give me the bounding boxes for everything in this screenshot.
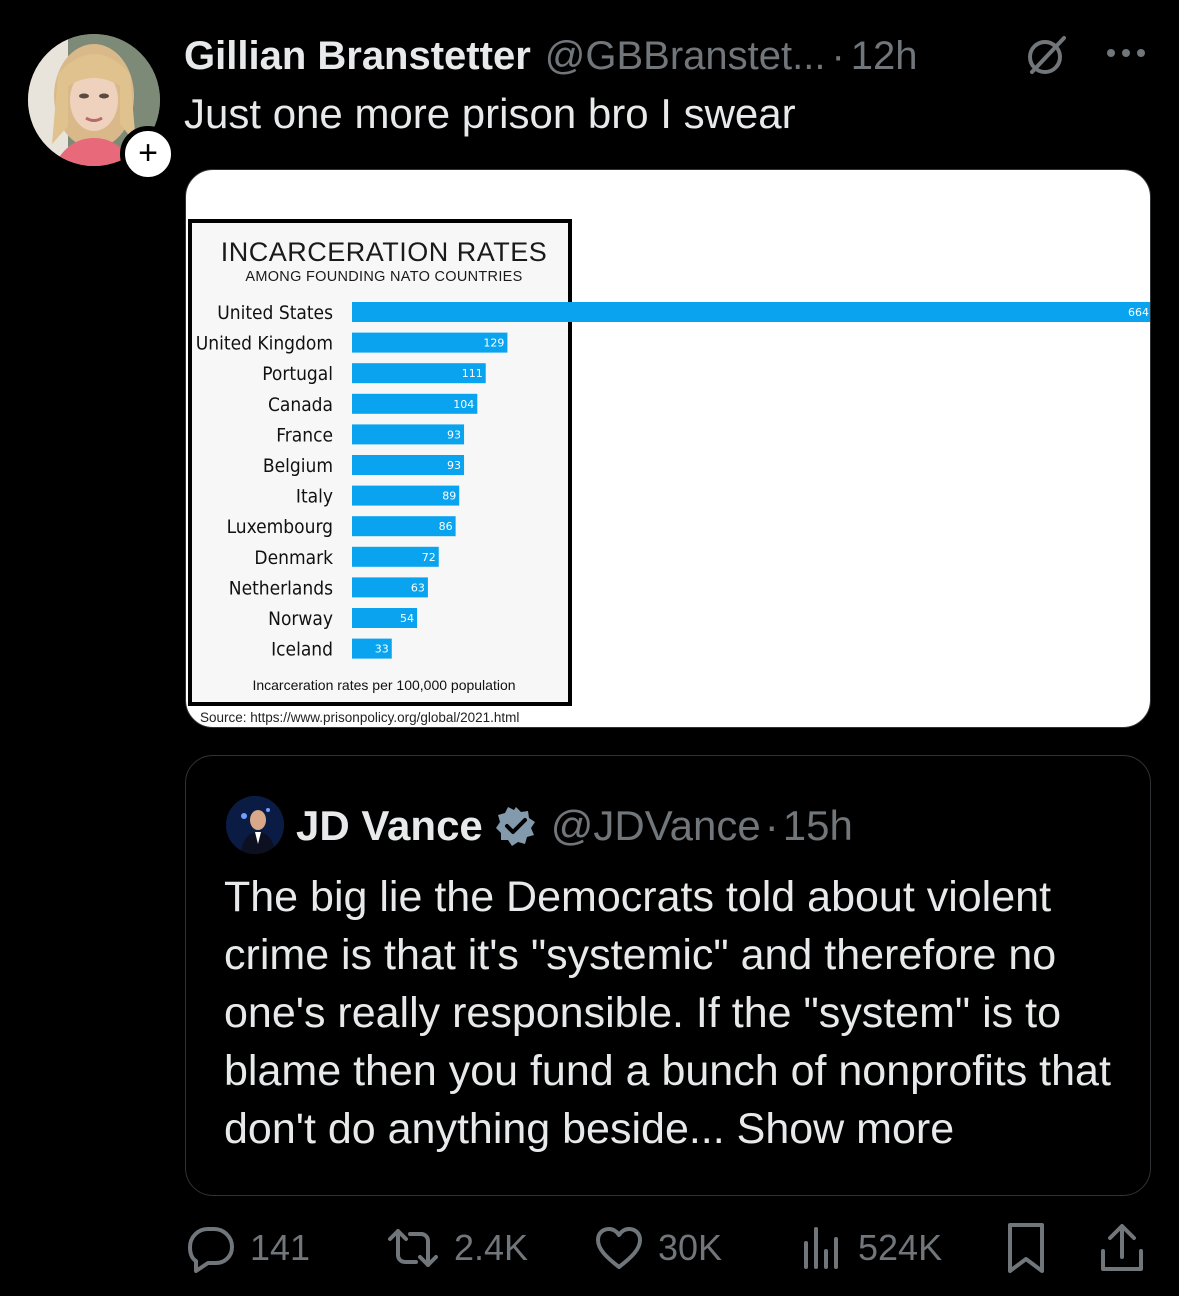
tweet-media-image[interactable]: INCARCERATION RATES AMONG FOUNDING NATO … <box>185 169 1151 728</box>
value-label: 104 <box>453 398 474 411</box>
value-label: 93 <box>447 459 461 472</box>
share-icon <box>1101 1224 1143 1271</box>
repost-count: 2.4K <box>454 1227 529 1268</box>
value-label: 129 <box>483 337 504 350</box>
value-label: 93 <box>447 428 461 441</box>
separator-dot: · <box>831 33 845 78</box>
author-name[interactable]: Gillian Branstetter <box>184 34 531 79</box>
chart-source: Source: https://www.prisonpolicy.org/glo… <box>200 710 520 725</box>
quoted-tweet-text: The big lie the Democrats told about vio… <box>224 868 1134 1158</box>
follow-plus-button[interactable]: + <box>120 126 176 182</box>
category-label: Portugal <box>262 363 333 385</box>
category-label: Netherlands <box>229 577 333 599</box>
action-bar: 141 2.4K 30K 524K <box>0 1220 1179 1280</box>
bookmark-button[interactable] <box>1004 1220 1062 1276</box>
bookmark-icon <box>1008 1223 1044 1273</box>
category-label: Norway <box>268 608 333 630</box>
tweet-text: Just one more prison bro I swear <box>184 90 796 137</box>
quoted-author-avatar[interactable] <box>226 796 284 854</box>
quoted-separator-dot: · <box>764 802 779 849</box>
value-label: 33 <box>375 643 389 656</box>
quoted-text-body: The big lie the Democrats told about vio… <box>224 873 1111 1153</box>
value-label: 72 <box>422 551 436 564</box>
value-label: 54 <box>400 612 414 625</box>
quoted-author-name[interactable]: JD Vance <box>296 802 483 850</box>
reply-button[interactable]: 141 <box>186 1220 310 1276</box>
category-label: United States <box>217 302 333 324</box>
value-label: 89 <box>442 490 456 503</box>
category-label: United Kingdom <box>196 333 333 355</box>
views-button[interactable]: 524K <box>800 1220 942 1276</box>
value-label: 63 <box>411 581 425 594</box>
grok-icon[interactable] <box>1024 32 1070 78</box>
category-label: Canada <box>268 394 333 416</box>
quoted-author-handle[interactable]: @JDVance <box>551 802 761 850</box>
category-label: Italy <box>296 486 333 508</box>
reply-count: 141 <box>250 1227 311 1268</box>
quoted-tweet[interactable]: JD Vance @JDVance · 15h The big lie the … <box>185 755 1151 1196</box>
category-label: France <box>276 424 333 446</box>
repost-icon <box>388 1229 438 1267</box>
category-label: Denmark <box>254 547 333 569</box>
bar-chart: United States 664 United Kingdom 129 Portuga… <box>196 302 1150 661</box>
quoted-tweet-header: JD Vance @JDVance · 15h <box>296 796 853 856</box>
share-button[interactable] <box>1098 1220 1160 1276</box>
views-icon <box>804 1227 838 1269</box>
like-button[interactable]: 30K <box>594 1220 722 1276</box>
show-more-link[interactable]: Show more <box>737 1105 954 1153</box>
author-handle[interactable]: @GBBranstet... <box>545 34 826 79</box>
value-label: 664 <box>1128 306 1149 319</box>
category-label: Belgium <box>263 455 333 477</box>
like-icon <box>596 1227 642 1269</box>
quoted-timestamp[interactable]: 15h <box>783 802 853 850</box>
quoted-profile-photo <box>226 796 284 854</box>
tweet-timestamp[interactable]: 12h <box>851 34 918 79</box>
reply-icon <box>188 1227 234 1273</box>
like-count: 30K <box>658 1227 723 1268</box>
category-label: Iceland <box>271 639 333 661</box>
author-avatar-container[interactable]: + <box>28 34 176 182</box>
tweet-header: Gillian Branstetter @GBBranstet... · 12h <box>184 28 918 84</box>
repost-button[interactable]: 2.4K <box>386 1220 528 1276</box>
views-count: 524K <box>858 1227 943 1268</box>
more-icon[interactable] <box>1104 38 1148 68</box>
value-label: 86 <box>439 520 453 533</box>
bar <box>352 302 1150 322</box>
verified-badge-icon[interactable] <box>495 805 537 847</box>
value-label: 111 <box>462 367 483 380</box>
category-label: Luxembourg <box>227 516 333 538</box>
